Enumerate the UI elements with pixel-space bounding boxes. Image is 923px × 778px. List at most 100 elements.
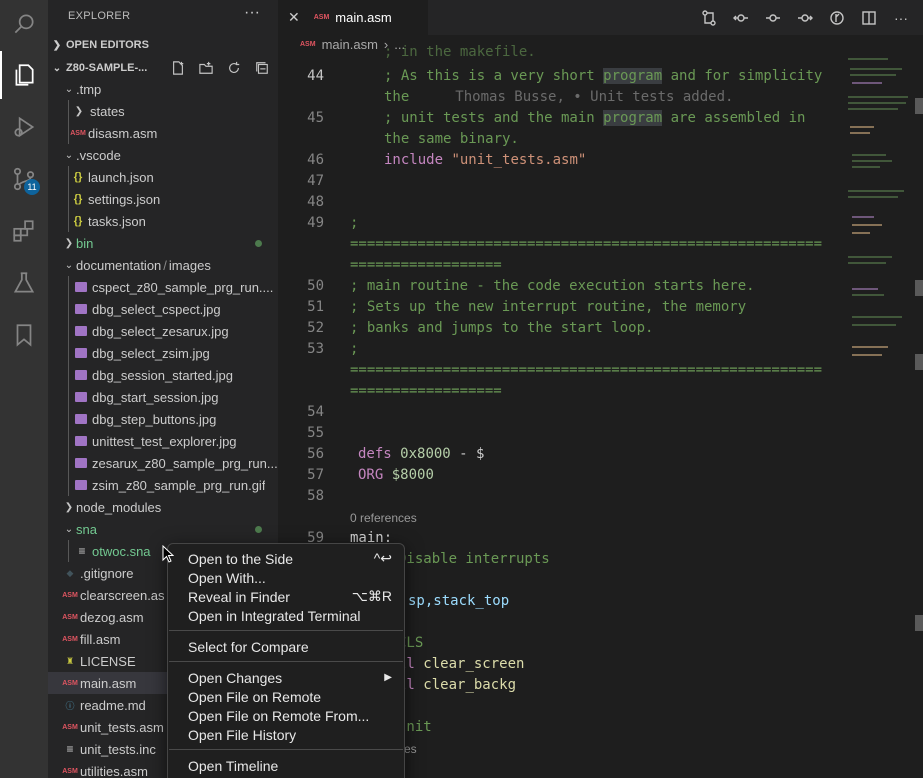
menu-open-to-side[interactable]: Open to the Side ^↩ xyxy=(168,549,404,568)
line-number: 57 xyxy=(307,467,324,483)
minimap-line xyxy=(852,216,874,218)
json-file-icon: {} xyxy=(73,171,83,183)
project-actions xyxy=(170,60,270,76)
menu-open-with[interactable]: Open With... xyxy=(168,568,404,587)
tree-file-image[interactable]: dbg_select_cspect.jpg xyxy=(48,298,278,320)
tree-file-image[interactable]: dbg_select_zesarux.jpg xyxy=(48,320,278,342)
tree-file-image[interactable]: cspect_z80_sample_prg_run.... xyxy=(48,276,278,298)
minimap-line xyxy=(850,74,896,76)
code-line: ; unit tests and the main program are as… xyxy=(384,110,806,126)
line-number: 48 xyxy=(307,194,324,210)
refresh-icon[interactable] xyxy=(226,60,242,76)
image-file-icon xyxy=(75,348,87,358)
scrollbar-mark xyxy=(915,354,923,370)
code-line: ll clear_backg xyxy=(398,677,517,693)
extensions-icon[interactable] xyxy=(0,207,48,255)
tree-file-image[interactable]: unittest_test_explorer.jpg xyxy=(48,430,278,452)
line-number: 56 xyxy=(307,446,324,462)
menu-separator xyxy=(169,661,403,662)
line-number: 50 xyxy=(307,278,324,294)
code-line: ; xyxy=(350,341,359,357)
commit-icon[interactable] xyxy=(763,8,783,28)
image-file-icon xyxy=(75,436,87,446)
menu-separator xyxy=(169,749,403,750)
tree-file-image[interactable]: dbg_session_started.jpg xyxy=(48,364,278,386)
tree-folder-tmp[interactable]: ⌄ .tmp xyxy=(48,78,278,100)
tree-folder-node-modules[interactable]: ❯ node_modules xyxy=(48,496,278,518)
tree-file-settings-json[interactable]: {} settings.json xyxy=(48,188,278,210)
code-lens-references[interactable]: 0 references xyxy=(350,511,417,525)
modified-dot-icon xyxy=(255,239,262,247)
line-number: 47 xyxy=(307,173,324,189)
tree-folder-states[interactable]: ❯ states xyxy=(48,100,278,122)
line-number: 52 xyxy=(307,320,324,336)
minimap-line xyxy=(852,288,878,290)
menu-open-file-on-remote-from[interactable]: Open File on Remote From... xyxy=(168,706,404,725)
code-line: ORG $8000 xyxy=(358,467,434,483)
menu-open-timeline[interactable]: Open Timeline xyxy=(168,756,404,775)
minimap-line xyxy=(848,196,898,198)
tree-folder-vscode[interactable]: ⌄ .vscode xyxy=(48,144,278,166)
explorer-icon[interactable] xyxy=(0,51,48,99)
tree-file-tasks-json[interactable]: {} tasks.json xyxy=(48,210,278,232)
testing-icon[interactable] xyxy=(0,259,48,307)
close-icon[interactable]: ✕ xyxy=(288,9,300,26)
chevron-down-icon: ⌄ xyxy=(64,83,74,95)
commit-previous-icon[interactable] xyxy=(731,8,751,28)
license-file-icon: ♜ xyxy=(65,655,75,666)
chevron-down-icon: ⌄ xyxy=(64,523,74,535)
menu-reveal-in-finder[interactable]: Reveal in Finder ⌥⌘R xyxy=(168,587,404,606)
code-line: ; main routine - the code execution star… xyxy=(350,278,755,294)
search-icon[interactable] xyxy=(0,0,48,48)
tree-file-disasm[interactable]: ASM disasm.asm xyxy=(48,122,278,144)
tree-file-image[interactable]: zesarux_z80_sample_prg_run... xyxy=(48,452,278,474)
menu-separator xyxy=(169,630,403,631)
new-folder-icon[interactable] xyxy=(198,60,214,76)
compare-changes-icon[interactable] xyxy=(699,8,719,28)
minimap-line xyxy=(852,324,896,326)
tree-file-image[interactable]: dbg_step_buttons.jpg xyxy=(48,408,278,430)
more-actions-icon[interactable]: ··· xyxy=(244,4,260,22)
minimap[interactable] xyxy=(846,56,913,376)
run-and-debug-icon[interactable] xyxy=(0,103,48,151)
minimap-line xyxy=(850,126,874,128)
tree-folder-sna[interactable]: ⌄ sna xyxy=(48,518,278,540)
minimap-line xyxy=(852,354,882,356)
tree-folder-documentation[interactable]: ⌄ documentation / images xyxy=(48,254,278,276)
split-editor-icon[interactable] xyxy=(859,8,879,28)
new-file-icon[interactable] xyxy=(170,60,186,76)
asm-file-icon: ASM xyxy=(70,129,86,137)
line-number: 53 xyxy=(307,341,324,357)
source-control-icon[interactable]: 11 xyxy=(0,155,48,203)
menu-open-file-history[interactable]: Open File History xyxy=(168,725,404,744)
bookmarks-icon[interactable] xyxy=(0,311,48,359)
menu-open-file-on-remote[interactable]: Open File on Remote xyxy=(168,687,404,706)
tree-file-image[interactable]: dbg_start_session.jpg xyxy=(48,386,278,408)
minimap-line xyxy=(852,316,902,318)
minimap-line xyxy=(848,190,904,192)
code-line: ========================================… xyxy=(350,236,823,252)
chevron-down-icon: ⌄ xyxy=(64,149,74,161)
tree-folder-bin[interactable]: ❯ bin xyxy=(48,232,278,254)
tree-file-image[interactable]: dbg_select_zsim.jpg xyxy=(48,342,278,364)
open-editors-section[interactable]: ❯ OPEN EDITORS xyxy=(48,34,278,56)
tree-file-image[interactable]: zsim_z80_sample_prg_run.gif xyxy=(48,474,278,496)
menu-select-for-compare[interactable]: Select for Compare xyxy=(168,637,404,656)
scrollbar-mark xyxy=(915,280,923,296)
tab-main-asm[interactable]: ✕ ASM main.asm xyxy=(278,0,428,35)
tree-file-launch-json[interactable]: {} launch.json xyxy=(48,166,278,188)
minimap-line xyxy=(852,346,888,348)
commit-next-icon[interactable] xyxy=(795,8,815,28)
menu-open-changes[interactable]: Open Changes ▶ xyxy=(168,668,404,687)
image-file-icon xyxy=(75,326,87,336)
image-file-icon xyxy=(75,282,87,292)
collapse-all-icon[interactable] xyxy=(254,60,270,76)
more-actions-icon[interactable]: ··· xyxy=(891,8,911,28)
image-file-icon xyxy=(75,414,87,424)
code-line: Disable interrupts xyxy=(398,551,550,567)
gitlens-icon[interactable] xyxy=(827,8,847,28)
chevron-right-icon: ❯ xyxy=(52,39,62,51)
minimap-line xyxy=(852,82,882,84)
menu-open-in-terminal[interactable]: Open in Integrated Terminal xyxy=(168,606,404,625)
explorer-title: EXPLORER xyxy=(68,10,131,22)
